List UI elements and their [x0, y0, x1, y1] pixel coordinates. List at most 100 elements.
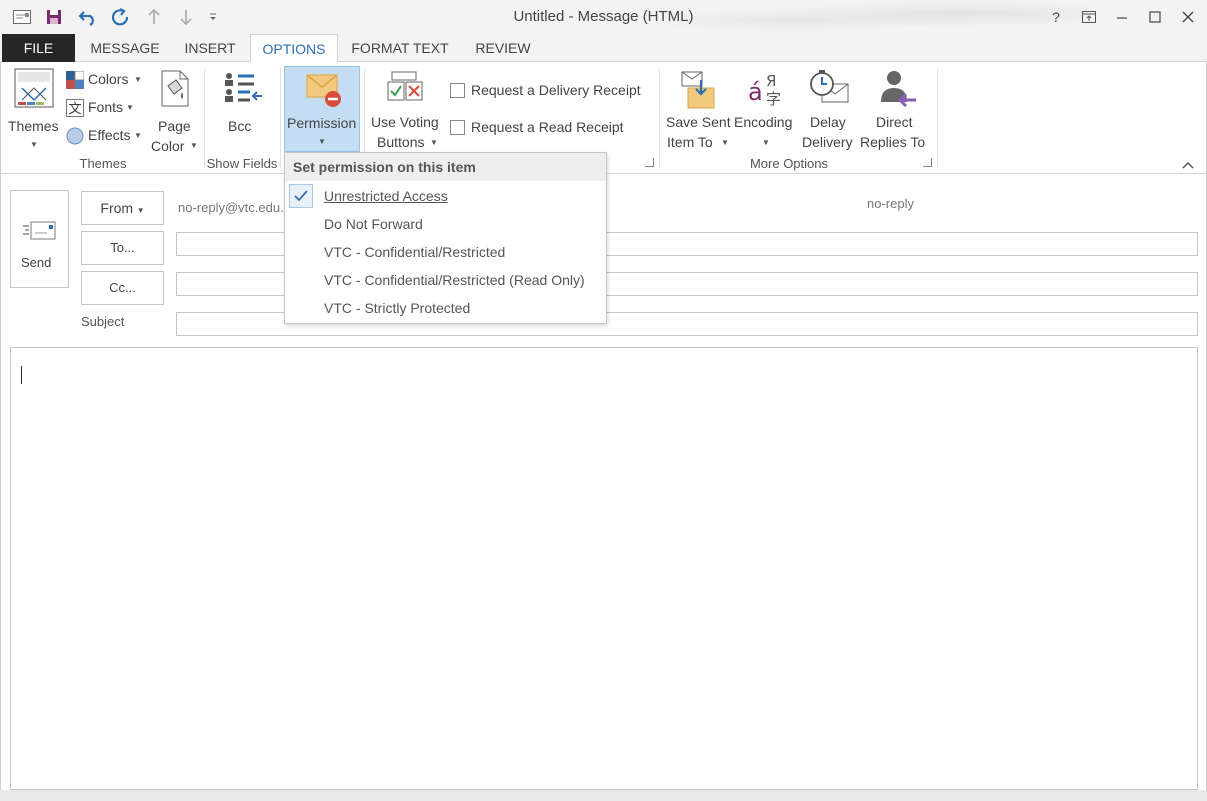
more-options-dialog-launcher-icon[interactable]	[923, 158, 932, 167]
use-voting-buttons-button[interactable]: Use Voting Buttons ▼	[368, 66, 444, 152]
ribbon-display-options-icon[interactable]	[1077, 6, 1101, 28]
direct-replies-label-line1: Direct	[876, 114, 913, 130]
bcc-label: Bcc	[228, 118, 252, 134]
themes-caret-icon: ▼	[30, 140, 38, 149]
menu-item-do-not-forward[interactable]: Do Not Forward	[285, 210, 606, 238]
group-separator	[280, 68, 281, 168]
menu-item-label: Unrestricted Access	[324, 188, 448, 204]
svg-text:á: á	[748, 78, 763, 106]
message-body[interactable]	[10, 347, 1198, 790]
effects-caret-icon: ▼	[134, 131, 142, 140]
collapse-ribbon-icon[interactable]	[1182, 156, 1196, 169]
delay-delivery-icon	[810, 70, 849, 103]
send-label: Send	[21, 255, 52, 270]
cc-button[interactable]: Cc...	[81, 271, 164, 305]
effects-icon	[66, 127, 84, 145]
permission-envelope-icon	[306, 74, 341, 107]
svg-text:文: 文	[68, 102, 81, 117]
send-icon	[23, 221, 56, 240]
next-item-icon[interactable]	[174, 6, 198, 28]
outlook-envelope-icon[interactable]	[10, 6, 34, 28]
page-color-label-line2: Color	[151, 138, 185, 154]
voting-label-line1: Use Voting	[371, 114, 439, 130]
maximize-icon[interactable]	[1143, 6, 1167, 28]
menu-item-unrestricted-access[interactable]: Unrestricted Access	[285, 182, 606, 210]
menu-item-vtc-confidential-restricted-read-only[interactable]: VTC - Confidential/Restricted (Read Only…	[285, 266, 606, 294]
read-receipt-label: Request a Read Receipt	[471, 119, 624, 135]
tab-format-text[interactable]: FORMAT TEXT	[342, 34, 458, 62]
fonts-label: Fonts	[88, 99, 124, 115]
encoding-label: Encoding	[734, 114, 793, 130]
customize-qat-icon[interactable]	[204, 6, 222, 28]
save-sent-label-line1: Save Sent	[666, 114, 731, 130]
direct-replies-to-button[interactable]: Direct Replies To	[860, 66, 934, 152]
fonts-icon: 文	[66, 99, 84, 117]
group-separator	[204, 68, 205, 168]
colors-icon	[66, 71, 84, 89]
colors-label: Colors	[88, 71, 129, 87]
send-button[interactable]: Send	[10, 190, 69, 288]
themes-label: Themes	[8, 118, 59, 134]
menu-item-vtc-strictly-protected[interactable]: VTC - Strictly Protected	[285, 294, 606, 322]
voting-label-line2: Buttons	[377, 134, 425, 150]
title-bar: Untitled - Message (HTML) ?	[0, 0, 1207, 34]
page-color-button[interactable]: Page Color ▼	[150, 66, 200, 154]
delay-delivery-button[interactable]: Delay Delivery	[800, 66, 860, 152]
show-fields-group-label: Show Fields	[206, 156, 278, 171]
svg-text:字: 字	[766, 90, 781, 108]
bcc-icon	[225, 73, 262, 102]
tab-options[interactable]: OPTIONS	[250, 34, 338, 63]
effects-label: Effects	[88, 127, 131, 143]
fonts-button[interactable]: 文 Fonts ▼	[64, 96, 146, 120]
close-icon[interactable]	[1176, 6, 1200, 28]
tracking-dialog-launcher-icon[interactable]	[645, 158, 654, 167]
menu-item-vtc-confidential-restricted[interactable]: VTC - Confidential/Restricted	[285, 238, 606, 266]
encoding-button[interactable]: á Я 字 Encoding ▼	[734, 66, 798, 152]
save-sent-item-icon	[681, 71, 715, 109]
effects-button[interactable]: Effects ▼	[64, 124, 146, 148]
checkmark-icon	[289, 184, 313, 208]
delay-label-line1: Delay	[810, 114, 846, 130]
subject-label: Subject	[81, 314, 125, 329]
tab-file[interactable]: FILE	[2, 34, 75, 62]
voting-buttons-icon	[387, 71, 423, 101]
themes-button[interactable]: Themes ▼	[6, 66, 62, 150]
menu-item-label: VTC - Strictly Protected	[324, 300, 471, 316]
svg-text:Я: Я	[766, 72, 776, 90]
page-color-icon	[161, 70, 189, 107]
to-button[interactable]: To...	[81, 231, 164, 265]
direct-replies-icon	[881, 71, 916, 108]
read-receipt-checkbox[interactable]	[450, 120, 465, 135]
colors-button[interactable]: Colors ▼	[64, 68, 146, 92]
help-icon[interactable]: ?	[1044, 6, 1068, 28]
window-border	[0, 62, 1, 801]
page-color-caret-icon: ▼	[190, 141, 198, 150]
tab-review[interactable]: REVIEW	[464, 34, 542, 62]
page-color-label-line1: Page	[158, 118, 191, 134]
colors-caret-icon: ▼	[134, 75, 142, 84]
from-caret-icon: ▼	[136, 206, 145, 215]
redo-icon[interactable]	[109, 6, 133, 28]
themes-icon	[14, 68, 54, 108]
menu-item-label: VTC - Confidential/Restricted (Read Only…	[324, 272, 585, 288]
permission-menu: Set permission on this item Unrestricted…	[284, 152, 607, 324]
delivery-receipt-label: Request a Delivery Receipt	[471, 82, 641, 98]
bcc-button[interactable]: Bcc	[214, 66, 270, 152]
from-button[interactable]: From ▼	[81, 191, 164, 225]
delivery-receipt-checkbox[interactable]	[450, 83, 465, 98]
save-icon[interactable]	[42, 6, 66, 28]
save-sent-label-line2: Item To	[667, 134, 713, 150]
tab-insert[interactable]: INSERT	[174, 34, 246, 62]
more-options-group-label: More Options	[749, 156, 829, 171]
permission-button[interactable]: Permission ▼	[284, 66, 360, 152]
tab-message[interactable]: MESSAGE	[80, 34, 170, 62]
group-separator	[937, 68, 938, 168]
minimize-icon[interactable]	[1110, 6, 1134, 28]
previous-item-icon[interactable]	[142, 6, 166, 28]
permission-caret-icon: ▼	[318, 137, 326, 146]
save-sent-caret-icon: ▼	[721, 138, 729, 147]
save-sent-item-to-button[interactable]: Save Sent Item To ▼	[664, 66, 734, 152]
undo-icon[interactable]	[76, 6, 100, 28]
from-account-name: no-reply	[867, 196, 914, 211]
voting-caret-icon: ▼	[430, 138, 438, 147]
